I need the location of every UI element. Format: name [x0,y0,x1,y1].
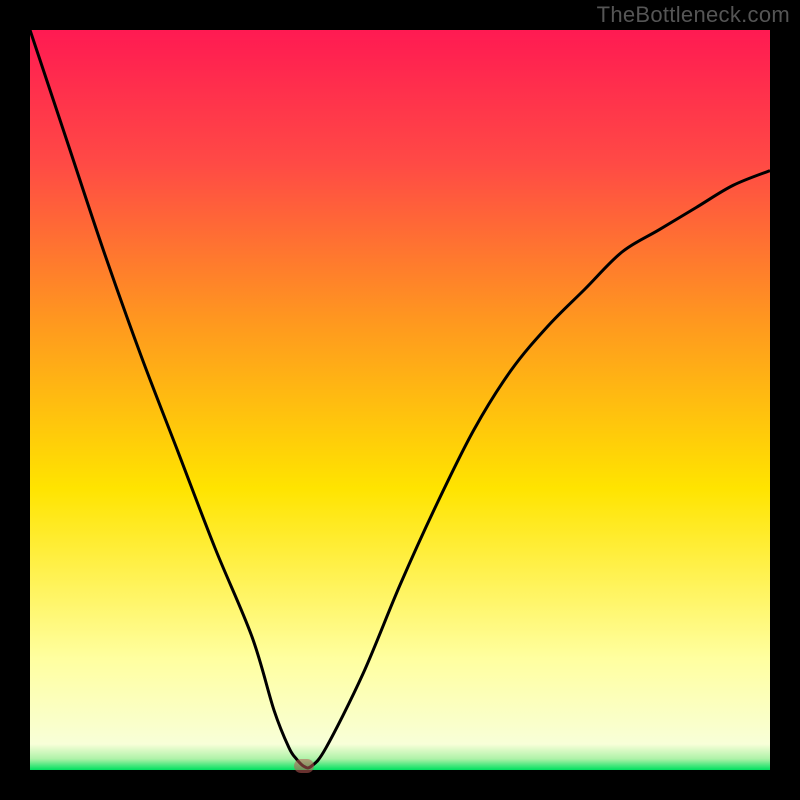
chart-frame: TheBottleneck.com [0,0,800,800]
watermark-text: TheBottleneck.com [597,2,790,28]
plot-area [30,30,770,770]
bottleneck-curve [30,30,770,768]
optimal-point-marker [294,759,314,773]
curve-layer [30,30,770,770]
